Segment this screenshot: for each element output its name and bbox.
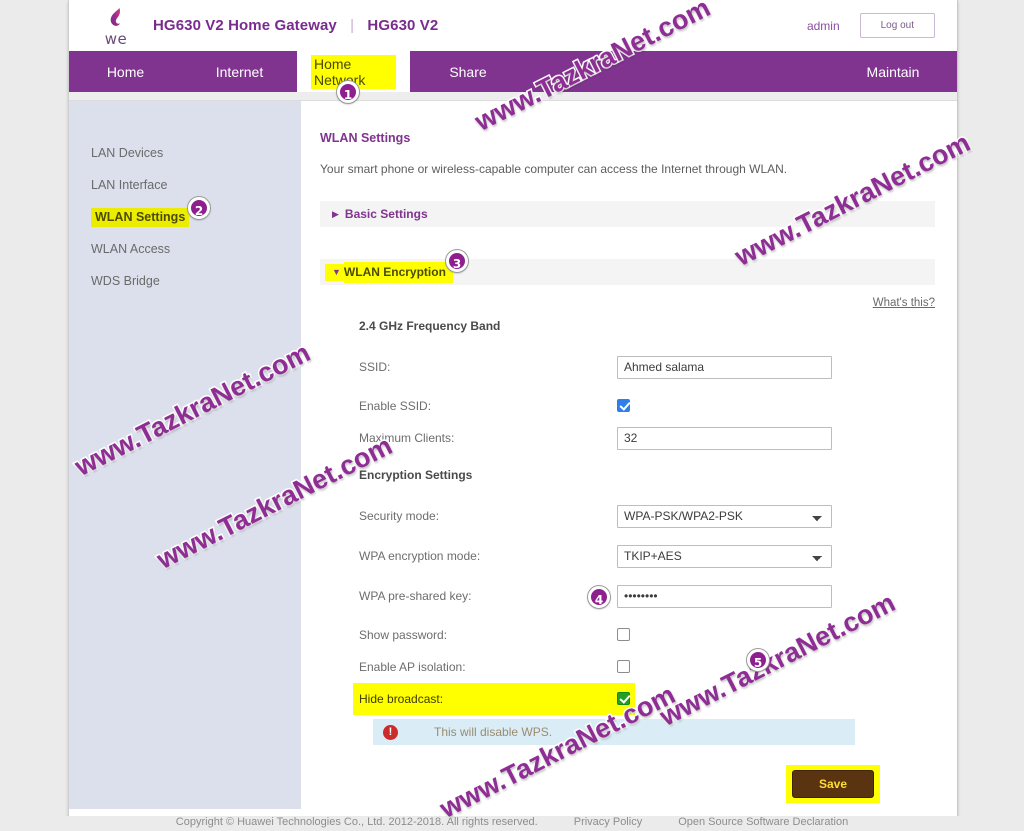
nav-under-strip: [69, 92, 957, 101]
main-navigation: Home Internet Home Network Share Maintai…: [69, 51, 957, 92]
footer-privacy-policy-link[interactable]: Privacy Policy: [574, 816, 642, 828]
sidebar-label-wds-bridge: WDS Bridge: [91, 274, 160, 288]
page-description: Your smart phone or wireless-capable com…: [320, 162, 788, 176]
wps-warning-banner: ! This will disable WPS.: [373, 719, 855, 745]
footer-copyright: Copyright © Huawei Technologies Co., Ltd…: [175, 816, 538, 828]
sidebar-label-wlan-access: WLAN Access: [91, 242, 171, 256]
field-row-wpa-encryption-mode: WPA encryption mode: TKIP+AES: [359, 540, 935, 572]
content-panel: WLAN Settings Your smart phone or wirele…: [301, 101, 957, 809]
label-enable-ssid: Enable SSID:: [359, 399, 432, 413]
header-account-area: admin Log out: [807, 13, 935, 38]
step-badge-3: 3: [446, 250, 468, 272]
router-admin-window: we HG630 V2 Home Gateway | HG630 V2 admi…: [68, 0, 958, 816]
wlan-encryption-form: 2.4 GHz Frequency Band SSID: Enable SSID…: [320, 319, 935, 803]
field-row-maximum-clients: Maximum Clients:: [359, 422, 935, 454]
chevron-right-icon: ▶: [332, 208, 339, 219]
label-hide-broadcast: Hide broadcast:: [359, 692, 444, 706]
accordion-basic-settings[interactable]: ▶ Basic Settings: [320, 201, 935, 227]
preshared-key-input[interactable]: [617, 584, 832, 608]
sidebar-item-lan-devices[interactable]: LAN Devices: [69, 137, 301, 169]
field-row-show-password: Show password:: [359, 619, 935, 651]
accordion-wlan-encryption[interactable]: ▼ WLAN Encryption: [320, 259, 935, 285]
nav-item-internet[interactable]: Internet: [182, 51, 297, 92]
step-badge-1: 1: [337, 81, 359, 103]
sidebar-item-lan-interface[interactable]: LAN Interface: [69, 169, 301, 201]
nav-label-home: Home: [106, 63, 145, 80]
product-title: HG630 V2 Home Gateway: [153, 17, 337, 34]
page-footer: Copyright © Huawei Technologies Co., Ltd…: [0, 816, 1024, 831]
brand-logo-text: we: [104, 30, 128, 48]
save-button-row: Save: [359, 765, 880, 803]
sidebar-item-wlan-settings[interactable]: WLAN Settings: [69, 201, 301, 233]
header-title-group: HG630 V2 Home Gateway | HG630 V2: [153, 17, 438, 34]
screenshot-root: we HG630 V2 Home Gateway | HG630 V2 admi…: [0, 0, 1024, 831]
footer-open-source-link[interactable]: Open Source Software Declaration: [678, 816, 848, 828]
sidebar-label-wlan-settings: WLAN Settings: [91, 208, 190, 227]
enable-ssid-checkbox[interactable]: [617, 399, 630, 413]
logout-button[interactable]: Log out: [859, 13, 935, 38]
accordion-label-wlan-encryption: WLAN Encryption: [343, 261, 453, 283]
label-show-password: Show password:: [359, 628, 448, 642]
nav-item-home[interactable]: Home: [69, 51, 182, 92]
label-ssid: SSID:: [359, 360, 391, 374]
encryption-settings-heading: Encryption Settings: [359, 468, 473, 482]
label-security-mode: Security mode:: [359, 509, 440, 523]
sidebar-label-lan-devices: LAN Devices: [91, 146, 164, 160]
field-row-enable-ssid: Enable SSID:: [359, 390, 935, 422]
warning-exclamation-icon: !: [383, 724, 398, 740]
hide-broadcast-checkbox[interactable]: [617, 692, 630, 706]
step-badge-4: 4: [588, 586, 610, 608]
field-row-preshared-key: WPA pre-shared key:: [359, 580, 935, 612]
field-row-ssid: SSID:: [359, 351, 935, 383]
sidebar: LAN Devices LAN Interface WLAN Settings …: [69, 101, 301, 809]
field-row-hide-broadcast: Hide broadcast:: [353, 683, 635, 715]
save-highlight: Save: [785, 765, 880, 803]
brand-logo: we: [85, 7, 147, 48]
security-mode-select[interactable]: WPA-PSK/WPA2-PSK: [617, 504, 832, 528]
field-row-ap-isolation: Enable AP isolation:: [359, 651, 935, 683]
whats-this-link[interactable]: What's this?: [320, 297, 935, 309]
nav-label-maintain: Maintain: [866, 63, 920, 80]
warning-text: This will disable WPS.: [434, 725, 553, 739]
step-badge-2: 2: [188, 197, 210, 219]
sidebar-item-wlan-access[interactable]: WLAN Access: [69, 233, 301, 265]
nav-item-maintain[interactable]: Maintain: [829, 51, 957, 92]
step-badge-5: 5: [747, 649, 769, 671]
nav-item-share[interactable]: Share: [410, 51, 526, 92]
nav-label-share: Share: [449, 63, 487, 80]
accordion-label-basic-settings: Basic Settings: [344, 207, 428, 221]
nav-label-internet: Internet: [215, 63, 264, 80]
field-row-security-mode: Security mode: WPA-PSK/WPA2-PSK: [359, 500, 935, 532]
model-name: HG630 V2: [367, 17, 439, 34]
label-wpa-encryption-mode: WPA encryption mode:: [359, 549, 481, 563]
title-separator: |: [350, 17, 355, 34]
wpa-encryption-mode-select[interactable]: TKIP+AES: [617, 544, 832, 568]
chevron-down-icon: ▼: [325, 263, 344, 281]
label-maximum-clients: Maximum Clients:: [359, 431, 455, 445]
sidebar-item-wds-bridge[interactable]: WDS Bridge: [69, 265, 301, 297]
label-ap-isolation: Enable AP isolation:: [359, 660, 466, 674]
label-preshared-key: WPA pre-shared key:: [359, 589, 472, 603]
ssid-input[interactable]: [617, 355, 832, 379]
show-password-checkbox[interactable]: [617, 628, 630, 642]
we-flame-icon: [106, 7, 126, 33]
page-header: we HG630 V2 Home Gateway | HG630 V2 admi…: [69, 0, 957, 51]
save-button[interactable]: Save: [791, 770, 874, 798]
band-heading: 2.4 GHz Frequency Band: [359, 319, 501, 333]
ap-isolation-checkbox[interactable]: [617, 660, 630, 674]
maximum-clients-input[interactable]: [617, 426, 832, 450]
current-user-label: admin: [806, 18, 840, 33]
page-title: WLAN Settings: [320, 131, 411, 145]
sidebar-label-lan-interface: LAN Interface: [91, 178, 168, 192]
